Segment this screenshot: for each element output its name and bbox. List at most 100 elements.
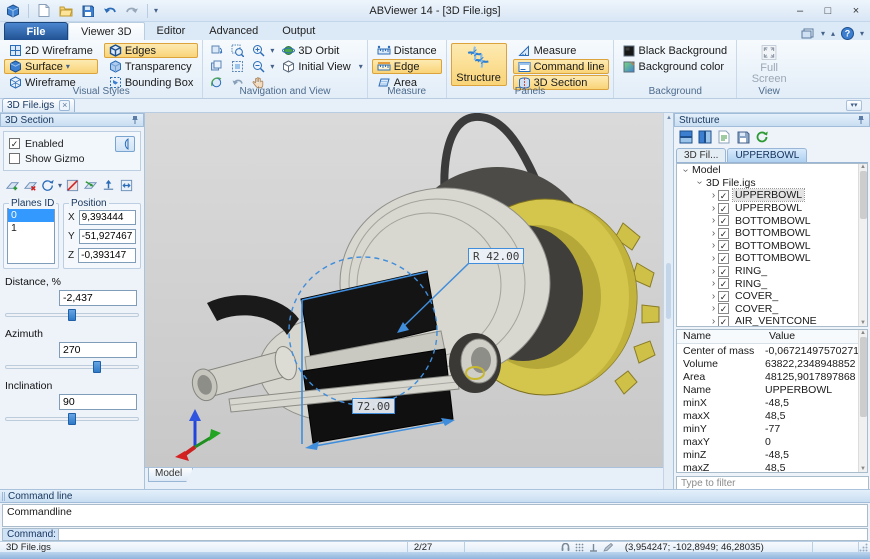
button-background-color[interactable]: Background color [618,59,732,74]
viewport-splitter[interactable]: ▲ [663,113,673,489]
new-file-button[interactable] [35,2,53,20]
property-row[interactable]: Center of mass-0,067214975702711... [677,344,867,357]
tree-item[interactable]: ›✓COVER_ [677,290,867,303]
refresh-structure-icon[interactable] [754,129,770,145]
tree-item[interactable]: ›✓RING_ [677,265,867,278]
property-row[interactable]: minY-77 [677,422,867,435]
button-edges[interactable]: Edges [104,43,199,58]
position-y-field[interactable] [79,229,136,244]
tree-item[interactable]: ›✓UPPERBOWL [677,202,867,215]
property-row[interactable]: Volume63822,2348948852 [677,357,867,370]
tab-advanced[interactable]: Advanced [197,22,270,40]
collapse-panel-button[interactable]: ▾▾ [846,100,862,111]
tree-collapsed-icon[interactable]: › [709,215,718,226]
split-vertical-icon[interactable] [697,129,713,145]
model-tab[interactable]: Model [148,468,193,482]
zoom-out-dropdown[interactable]: ▾ [270,62,274,71]
tree-item[interactable]: ›✓AIR_VENTCONE [677,315,867,327]
tree-collapsed-icon[interactable]: › [709,291,718,302]
panel-grip[interactable] [2,492,5,501]
minimize-button[interactable]: – [786,1,814,21]
switch-windows-icon[interactable] [801,28,815,39]
structure-tab-upperbowl[interactable]: UPPERBOWL [727,148,807,162]
tree-item-checkbox[interactable]: ✓ [718,278,729,289]
zoom-extents-icon[interactable] [228,59,246,74]
tree-scrollbar[interactable]: ▲ ▼ [858,164,867,326]
grid-icon[interactable] [575,543,584,552]
close-button[interactable]: × [842,1,870,21]
zoom-window-icon[interactable] [228,43,246,58]
pan-view-icon[interactable] [207,59,225,74]
switch-windows-dropdown[interactable]: ▾ [821,29,825,38]
tab-viewer-3d[interactable]: Viewer 3D [68,22,145,40]
tree-file-node[interactable]: ›3D File.igs [677,177,867,190]
structure-panel-header[interactable]: Structure [674,113,870,127]
report-icon[interactable] [716,129,732,145]
redo-button[interactable] [123,2,141,20]
tab-file[interactable]: File [4,22,68,40]
property-row[interactable]: NameUPPERBOWL [677,383,867,396]
inclination-slider[interactable] [5,413,139,425]
tree-collapsed-icon[interactable]: › [709,303,718,314]
tree-item-checkbox[interactable]: ✓ [718,228,729,239]
button-transparency[interactable]: Transparency [104,59,199,74]
tree-item-checkbox[interactable]: ✓ [718,190,729,201]
tree-expanded-icon[interactable]: › [680,166,691,175]
position-x-field[interactable] [79,210,136,225]
maximize-button[interactable]: □ [814,1,842,21]
tree-collapsed-icon[interactable]: › [709,190,718,201]
tree-collapsed-icon[interactable]: › [709,240,718,251]
tree-item-checkbox[interactable]: ✓ [718,316,729,327]
tree-collapsed-icon[interactable]: › [709,203,718,214]
button-distance[interactable]: Distance [372,43,442,58]
tree-collapsed-icon[interactable]: › [709,228,718,239]
inclination-field[interactable] [59,394,137,410]
tab-editor[interactable]: Editor [145,22,198,40]
undo-button[interactable] [101,2,119,20]
dimension-radius-label[interactable]: R 42.00 [468,248,524,264]
tree-item-checkbox[interactable]: ✓ [718,266,729,277]
tree-expanded-icon[interactable]: › [694,178,705,187]
rotate-plane-icon[interactable] [40,177,56,193]
tree-item[interactable]: ›✓RING_ [677,277,867,290]
fit-plane-icon[interactable] [118,177,134,193]
section-symbol-button[interactable] [115,136,135,152]
resize-grip[interactable] [859,543,870,552]
section-panel-header[interactable]: 3D Section [0,113,144,127]
3d-canvas[interactable]: R 42.00 72.00 [145,113,663,467]
tree-collapsed-icon[interactable]: › [709,316,718,327]
tree-item[interactable]: ›✓COVER_ [677,303,867,316]
save-structure-icon[interactable] [735,129,751,145]
plane-up-icon[interactable] [100,177,116,193]
pin-icon[interactable] [131,115,139,125]
command-line-header[interactable]: Command line [0,490,870,503]
property-row[interactable]: minZ-48,5 [677,448,867,461]
structure-tab-file[interactable]: 3D Fil... [676,148,726,162]
planes-id-list[interactable]: 01 [7,208,55,264]
tree-item-checkbox[interactable]: ✓ [718,291,729,302]
tree-item-checkbox[interactable]: ✓ [718,303,729,314]
help-dropdown[interactable]: ▾ [860,29,864,38]
quick-access-dropdown[interactable]: ▾ [154,6,158,15]
button-edge[interactable]: Edge [372,59,442,74]
zoom-out-icon[interactable] [249,59,267,74]
button-panel-command-line[interactable]: Command line [513,59,610,74]
show-gizmo-checkbox[interactable] [9,153,20,164]
property-row[interactable]: maxY0 [677,435,867,448]
tree-item[interactable]: ›✓BOTTOMBOWL [677,240,867,253]
enabled-checkbox[interactable]: ✓ [9,138,20,149]
command-input[interactable] [58,528,868,541]
pin-icon[interactable] [857,115,865,125]
rotate-view-icon[interactable] [207,43,225,58]
splitter-handle[interactable] [666,263,671,319]
tab-output[interactable]: Output [270,22,327,40]
zoom-in-dropdown[interactable]: ▾ [270,46,274,55]
surface-dropdown-icon[interactable]: ▾ [66,62,70,71]
tree-collapsed-icon[interactable]: › [709,266,718,277]
button-full-screen[interactable]: Full Screen [741,43,797,86]
plane-list-item[interactable]: 1 [8,222,54,235]
tree-collapsed-icon[interactable]: › [709,253,718,264]
button-3d-orbit[interactable]: 3D Orbit [277,43,344,58]
invert-plane-icon[interactable] [64,177,80,193]
azimuth-field[interactable] [59,342,137,358]
